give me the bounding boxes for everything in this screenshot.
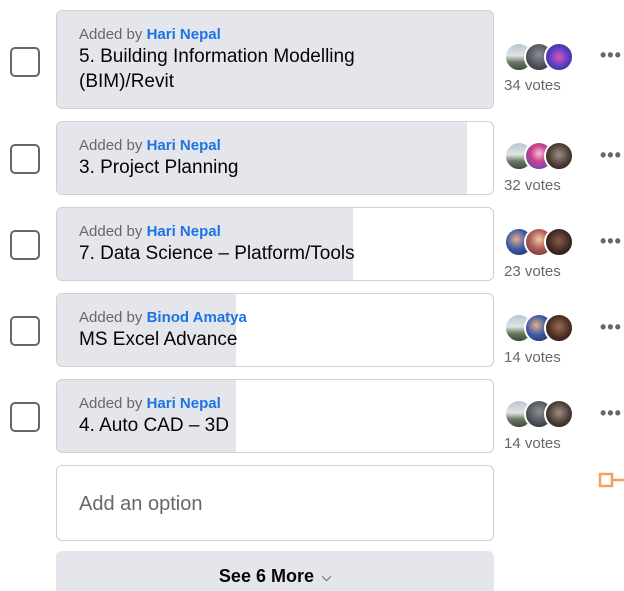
poll-option[interactable]: Added by Hari Nepal 5. Building Informat… bbox=[56, 10, 494, 109]
author-link[interactable]: Hari Nepal bbox=[147, 26, 221, 43]
added-by-line: Added by Hari Nepal bbox=[79, 25, 471, 44]
added-by-prefix: Added by bbox=[79, 26, 143, 43]
vote-count[interactable]: 34 votes bbox=[504, 77, 561, 94]
ellipsis-icon[interactable]: ••• bbox=[600, 45, 622, 66]
vote-count[interactable]: 23 votes bbox=[504, 263, 561, 280]
voter-avatars[interactable] bbox=[504, 313, 594, 345]
vote-count[interactable]: 14 votes bbox=[504, 435, 561, 452]
voter-avatars[interactable] bbox=[504, 141, 594, 173]
added-by-line: Added by Hari Nepal bbox=[79, 394, 471, 413]
added-by-prefix: Added by bbox=[79, 309, 143, 326]
see-more-label: See 6 More bbox=[218, 566, 314, 586]
avatar bbox=[544, 227, 574, 257]
option-label: 7. Data Science – Platform/Tools bbox=[79, 243, 355, 264]
added-by-prefix: Added by bbox=[79, 395, 143, 412]
voter-avatars[interactable] bbox=[504, 399, 594, 431]
avatar bbox=[544, 141, 574, 171]
option-label-line2: (BIM)/Revit bbox=[79, 71, 174, 92]
added-by-line: Added by Binod Amatya bbox=[79, 308, 471, 327]
ellipsis-icon[interactable]: ••• bbox=[600, 403, 622, 424]
option-label: 4. Auto CAD – 3D bbox=[79, 415, 229, 436]
option-checkbox[interactable] bbox=[10, 144, 40, 174]
option-checkbox[interactable] bbox=[10, 316, 40, 346]
add-option-input[interactable]: Add an option bbox=[56, 465, 494, 541]
vote-count[interactable]: 32 votes bbox=[504, 177, 561, 194]
avatar bbox=[544, 313, 574, 343]
ellipsis-icon[interactable]: ••• bbox=[600, 317, 622, 338]
option-label: 3. Project Planning bbox=[79, 157, 239, 178]
poll-option[interactable]: Added by Hari Nepal 7. Data Science – Pl… bbox=[56, 207, 494, 281]
added-by-prefix: Added by bbox=[79, 223, 143, 240]
author-link[interactable]: Hari Nepal bbox=[147, 395, 221, 412]
added-by-line: Added by Hari Nepal bbox=[79, 136, 471, 155]
author-link[interactable]: Hari Nepal bbox=[147, 137, 221, 154]
option-checkbox[interactable] bbox=[10, 402, 40, 432]
added-by-prefix: Added by bbox=[79, 137, 143, 154]
avatar bbox=[544, 42, 574, 72]
added-by-line: Added by Hari Nepal bbox=[79, 222, 471, 241]
voter-avatars[interactable] bbox=[504, 227, 594, 259]
option-label: MS Excel Advance bbox=[79, 329, 238, 350]
avatar bbox=[544, 399, 574, 429]
poll-option[interactable]: Added by Hari Nepal 4. Auto CAD – 3D bbox=[56, 379, 494, 453]
ellipsis-icon[interactable]: ••• bbox=[600, 231, 622, 252]
voter-avatars[interactable] bbox=[504, 42, 594, 74]
option-checkbox[interactable] bbox=[10, 47, 40, 77]
author-link[interactable]: Binod Amatya bbox=[147, 309, 247, 326]
author-link[interactable]: Hari Nepal bbox=[147, 223, 221, 240]
poll-option[interactable]: Added by Binod Amatya MS Excel Advance bbox=[56, 293, 494, 367]
comment-icon bbox=[598, 472, 624, 488]
option-checkbox[interactable] bbox=[10, 230, 40, 260]
vote-count[interactable]: 14 votes bbox=[504, 349, 561, 366]
ellipsis-icon[interactable]: ••• bbox=[600, 145, 622, 166]
see-more-button[interactable]: See 6 More ⌵ bbox=[56, 551, 494, 591]
option-label: 5. Building Information Modelling bbox=[79, 46, 355, 67]
chevron-down-icon: ⌵ bbox=[321, 570, 332, 585]
poll-option[interactable]: Added by Hari Nepal 3. Project Planning bbox=[56, 121, 494, 195]
